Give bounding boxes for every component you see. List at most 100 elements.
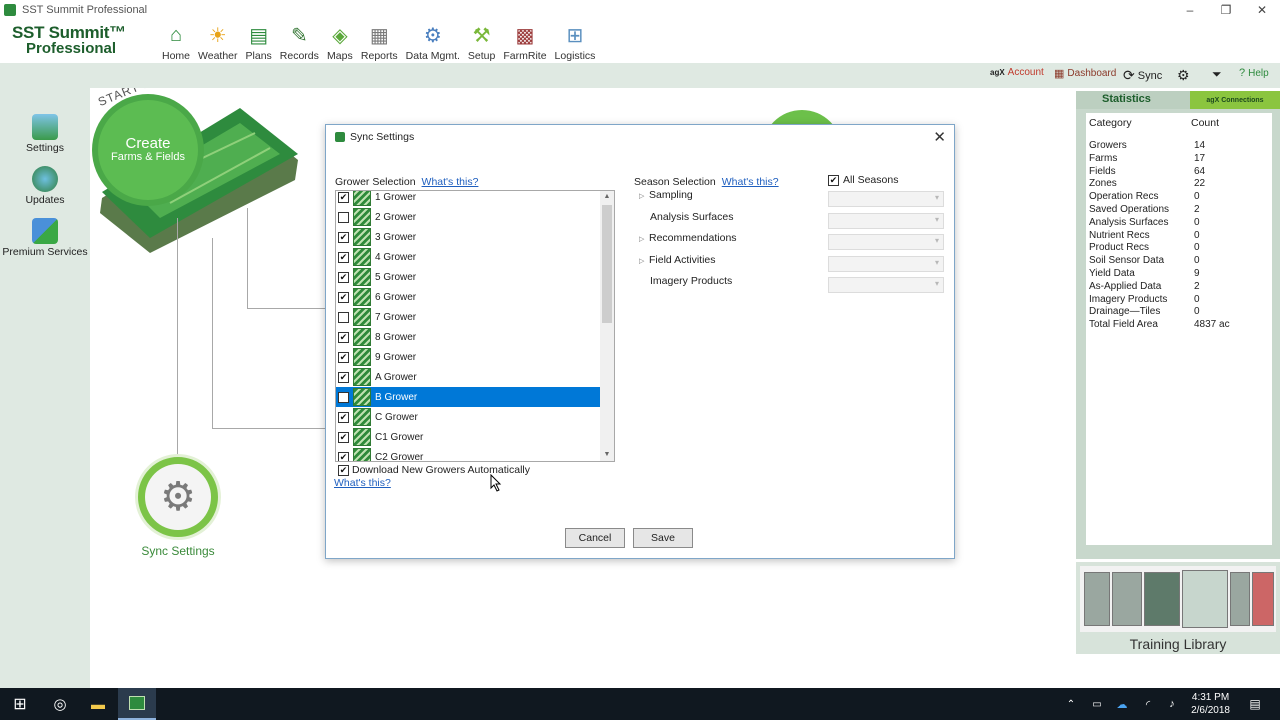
scroll-down-arrow[interactable]: ▼ — [600, 449, 614, 461]
season-dropdown[interactable] — [828, 234, 944, 251]
notifications-icon[interactable]: ▤ — [1244, 688, 1266, 720]
browser-icon[interactable]: ◎ — [42, 688, 78, 720]
season-dropdown[interactable] — [828, 212, 944, 229]
season-selection-heading: Season Selection What's this? — [634, 176, 779, 188]
sync-gear-icon: ⚙ — [145, 464, 211, 530]
grower-checkbox[interactable]: ✔ — [338, 251, 349, 263]
volume-icon[interactable]: ♪ — [1162, 688, 1182, 720]
taskbar-clock[interactable]: 4:31 PM 2/6/2018 — [1191, 691, 1230, 717]
grower-checkbox[interactable]: ✔ — [338, 411, 349, 423]
grower-checkbox[interactable] — [338, 391, 349, 403]
stat-row: Operation Recs 0 — [1086, 191, 1272, 204]
maximize-button[interactable]: ❐ — [1208, 0, 1244, 20]
grower-row[interactable]: ✔ A Grower — [336, 367, 600, 387]
grower-row[interactable]: ✔ 1 Grower — [336, 191, 600, 207]
all-seasons-checkbox[interactable]: ✔ — [828, 174, 839, 186]
scroll-up-arrow[interactable]: ▲ — [600, 191, 614, 203]
help-link[interactable]: ? Help — [1239, 67, 1269, 79]
battery-icon[interactable]: ▭ — [1088, 688, 1106, 720]
season-whats-this-link[interactable]: What's this? — [722, 176, 779, 188]
nav-weather[interactable]: ☀ Weather — [194, 20, 242, 63]
grower-row[interactable]: 7 Grower — [336, 307, 600, 327]
season-dropdown[interactable] — [828, 191, 944, 207]
account-link[interactable]: agX Account — [990, 67, 1044, 78]
dialog-close-button[interactable]: ✕ — [933, 128, 946, 146]
nav-reports[interactable]: ▦ Reports — [357, 20, 402, 63]
grower-checkbox[interactable]: ✔ — [338, 371, 349, 383]
grower-row[interactable]: ✔ C2 Grower — [336, 447, 600, 461]
grower-checkbox[interactable]: ✔ — [338, 351, 349, 363]
grower-row[interactable]: ✔ 5 Grower — [336, 267, 600, 287]
grower-checkbox[interactable]: ✔ — [338, 431, 349, 443]
grower-list[interactable]: ✔ C2 Grower ✔ C1 Grower ✔ C Grower B Grower ✔ A … — [335, 190, 615, 462]
file-explorer-icon[interactable]: ▬ — [80, 688, 116, 720]
nav-data-mgmt[interactable]: ⚙ Data Mgmt. — [402, 20, 464, 63]
sync-settings-icon[interactable]: ⚙ — [1177, 67, 1190, 84]
grower-row[interactable]: ✔ 9 Grower — [336, 347, 600, 367]
grower-checkbox[interactable]: ✔ — [338, 231, 349, 243]
close-window-button[interactable]: ✕ — [1244, 0, 1280, 20]
expand-arrow-icon[interactable]: ▷ — [639, 192, 649, 200]
setup-icon: ⚒ — [472, 24, 491, 47]
nav-plans[interactable]: ▤ Plans — [242, 20, 276, 63]
expand-arrow-icon[interactable]: ▷ — [639, 235, 649, 243]
expand-arrow-icon[interactable]: ▷ — [639, 257, 649, 265]
grower-row[interactable]: ✔ C Grower — [336, 407, 600, 427]
season-item[interactable]: ▷ Recommendations — [639, 232, 737, 244]
grower-checkbox[interactable]: ✔ — [338, 291, 349, 303]
nav-maps[interactable]: ◈ Maps — [323, 20, 357, 63]
sst-taskbar-icon[interactable] — [118, 688, 156, 720]
grower-checkbox[interactable] — [338, 211, 349, 223]
nav-logistics[interactable]: ⊞ Logistics — [551, 20, 600, 63]
download-new-growers-checkbox[interactable]: ✔ — [338, 464, 349, 476]
sync-settings-graphic[interactable]: ⚙ — [135, 454, 221, 540]
minimize-button[interactable]: – — [1172, 0, 1208, 20]
season-item[interactable]: Analysis Surfaces — [650, 211, 733, 223]
sync-settings-label[interactable]: Sync Settings — [118, 544, 238, 558]
grower-checkbox[interactable]: ✔ — [338, 191, 349, 203]
dashboard-link[interactable]: ▦ Dashboard — [1054, 67, 1116, 80]
filter-icon[interactable]: ⏷ — [1212, 67, 1222, 82]
nav-setup[interactable]: ⚒ Setup — [464, 20, 499, 63]
grower-row[interactable]: ✔ 3 Grower — [336, 227, 600, 247]
grower-checkbox[interactable] — [338, 311, 349, 323]
onedrive-icon[interactable]: ☁ — [1112, 688, 1132, 720]
training-library[interactable]: Training Library — [1076, 562, 1280, 654]
nav-records[interactable]: ✎ Records — [276, 20, 323, 63]
grower-checkbox[interactable]: ✔ — [338, 271, 349, 283]
start-button[interactable]: ⊞ — [0, 688, 40, 720]
grower-checkbox[interactable]: ✔ — [338, 331, 349, 343]
sync-button[interactable]: ⟳ Sync — [1123, 67, 1162, 84]
grower-row[interactable]: 2 Grower — [336, 207, 600, 227]
grower-icon — [353, 208, 371, 226]
grower-row[interactable]: ✔ 8 Grower — [336, 327, 600, 347]
sidebar-item-premium-services[interactable]: Premium Services — [0, 218, 90, 258]
download-whats-this-link[interactable]: What's this? — [334, 477, 391, 489]
create-farms-fields-graphic[interactable] — [90, 88, 310, 268]
season-item[interactable]: ▷ Sampling — [639, 189, 693, 201]
grower-row[interactable]: ✔ C1 Grower — [336, 427, 600, 447]
scroll-thumb[interactable] — [602, 205, 612, 323]
season-dropdown[interactable] — [828, 277, 944, 294]
sidebar-item-settings[interactable]: Settings — [0, 114, 90, 154]
cancel-button[interactable]: Cancel — [565, 528, 625, 548]
grower-whats-this-link[interactable]: What's this? — [422, 176, 479, 188]
show-hidden-icons[interactable]: ⌃ — [1062, 688, 1080, 720]
all-seasons-option[interactable]: ✔ All Seasons — [826, 174, 898, 186]
nav-farmrite[interactable]: ▩ FarmRite — [499, 20, 550, 63]
grower-row[interactable]: B Grower — [336, 387, 600, 407]
nav-home[interactable]: ⌂ Home — [158, 20, 194, 63]
sidebar-item-updates[interactable]: Updates — [0, 166, 90, 206]
grower-row[interactable]: ✔ 4 Grower — [336, 247, 600, 267]
season-item[interactable]: Imagery Products — [650, 275, 732, 287]
stat-category: As-Applied Data — [1089, 280, 1162, 292]
grower-list-scrollbar[interactable]: ▲ ▼ — [600, 191, 614, 461]
grower-icon — [353, 248, 371, 266]
save-button[interactable]: Save — [633, 528, 693, 548]
season-dropdown[interactable] — [828, 255, 944, 272]
grower-checkbox[interactable]: ✔ — [338, 451, 349, 461]
wifi-icon[interactable]: ◜ — [1138, 688, 1158, 720]
records-icon: ✎ — [290, 24, 308, 47]
season-item[interactable]: ▷ Field Activities — [639, 254, 716, 266]
grower-row[interactable]: ✔ 6 Grower — [336, 287, 600, 307]
